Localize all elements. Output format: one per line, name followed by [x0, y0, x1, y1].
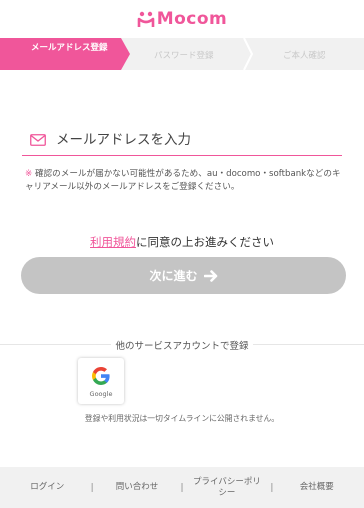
next-button-label: 次に進む — [149, 269, 198, 283]
next-button[interactable]: 次に進む — [21, 257, 346, 294]
email-field — [22, 124, 342, 156]
notice-mark: ※ — [25, 169, 33, 179]
footer-login-link[interactable]: ログイン — [12, 482, 82, 493]
other-accounts-label: 他のサービスアカウントで登録 — [0, 338, 364, 352]
footer: ログイン | 問い合わせ | プライバシーポリシー | 会社概要 — [0, 467, 364, 508]
footer-separator: | — [270, 482, 274, 493]
step-identity: ご本人確認 — [283, 51, 326, 61]
google-label: Google — [89, 390, 113, 398]
footer-separator: | — [90, 482, 94, 493]
email-input[interactable] — [56, 131, 326, 148]
google-signup-button[interactable]: Google — [78, 358, 124, 404]
arrow-right-icon — [203, 269, 217, 282]
logo[interactable]: Mocom — [137, 9, 228, 29]
google-icon — [92, 367, 110, 385]
other-accounts-text: 他のサービスアカウントで登録 — [111, 341, 253, 352]
step-email: メールアドレス登録 — [31, 43, 108, 53]
step-bar: メールアドレス登録 パスワード登録 ご本人確認 — [0, 38, 364, 70]
footer-company-link[interactable]: 会社概要 — [282, 482, 352, 493]
terms-link[interactable]: 利用規約 — [90, 235, 136, 249]
footer-contact-link[interactable]: 問い合わせ — [102, 482, 172, 493]
logo-text: Mocom — [156, 9, 228, 29]
logo-icon — [137, 11, 155, 27]
step-divider-icon — [243, 38, 253, 70]
footer-separator: | — [180, 482, 184, 493]
notice-text: 確認のメールが届かない可能性があるため、au・docomo・softbankなど… — [25, 169, 341, 192]
carrier-email-notice: ※ 確認のメールが届かない可能性があるため、au・docomo・softbank… — [25, 168, 347, 194]
terms-agreement: 利用規約に同意の上お進みください — [0, 234, 364, 250]
footer-privacy-link[interactable]: プライバシーポリシー — [192, 477, 262, 499]
header: Mocom — [0, 0, 364, 38]
privacy-note: 登録や利用状況は一切タイムラインに公開されません。 — [84, 414, 280, 423]
terms-text: に同意の上お進みください — [136, 235, 274, 249]
step-password: パスワード登録 — [154, 51, 214, 61]
other-accounts-divider: 他のサービスアカウントで登録 — [0, 338, 364, 352]
mail-icon — [30, 133, 46, 146]
